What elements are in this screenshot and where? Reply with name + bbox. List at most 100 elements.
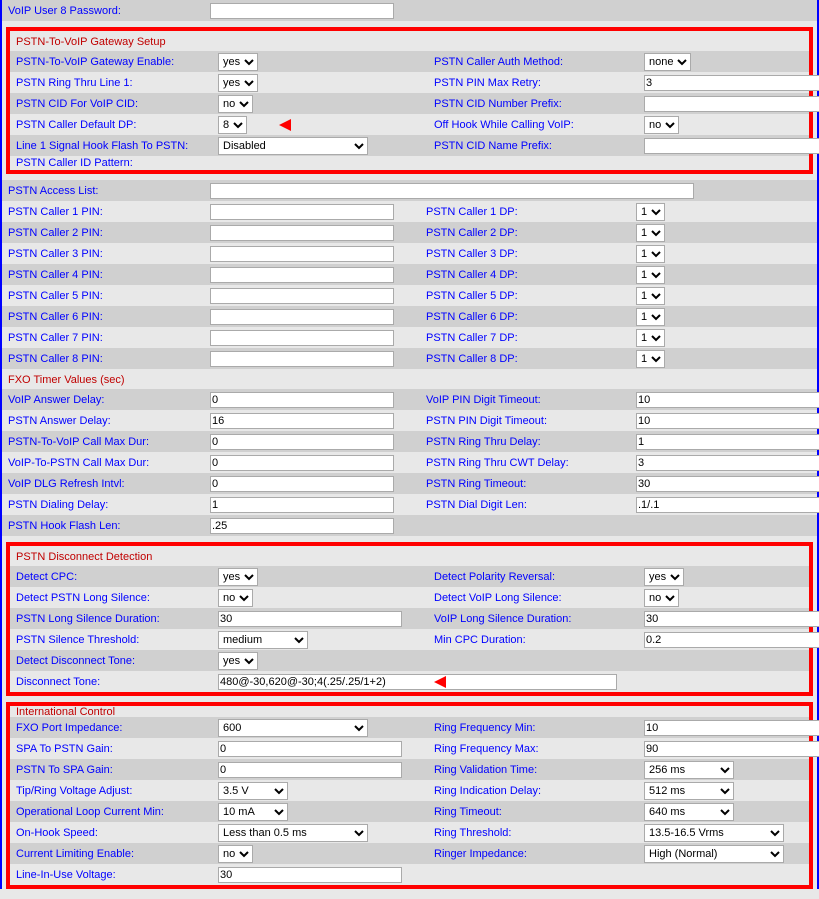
gateway-enable-select[interactable]: yes	[218, 53, 258, 71]
ring-timeout-select[interactable]: 640 ms	[644, 803, 734, 821]
detect-disconnect-tone-select[interactable]: yes	[218, 652, 258, 670]
cid-name-prefix-input[interactable]	[644, 138, 819, 154]
tip-ring-voltage-select[interactable]: 3.5 V	[218, 782, 288, 800]
caller-pin-input[interactable]	[210, 309, 394, 325]
ring-validation-time-label: Ring Validation Time:	[428, 764, 644, 776]
pin-max-retry-input[interactable]	[644, 75, 819, 91]
caller-dp-label: PSTN Caller 2 DP:	[420, 227, 636, 239]
min-cpc-dur-input[interactable]	[644, 632, 819, 648]
caller-default-dp-select[interactable]: 8	[218, 116, 247, 134]
detect-voip-long-silence-select[interactable]: no	[644, 589, 679, 607]
caller-dp-select[interactable]: 1	[636, 287, 665, 305]
op-loop-current-min-select[interactable]: 10 mA	[218, 803, 288, 821]
fxo-input[interactable]	[636, 392, 819, 408]
off-hook-while-calling-select[interactable]: no	[644, 116, 679, 134]
caller-dp-label: PSTN Caller 5 DP:	[420, 290, 636, 302]
ring-threshold-select[interactable]: 13.5-16.5 Vrms	[644, 824, 784, 842]
silence-threshold-label: PSTN Silence Threshold:	[10, 634, 218, 646]
caller-pin-input[interactable]	[210, 330, 394, 346]
caller-pin-label: PSTN Caller 3 PIN:	[2, 248, 210, 260]
spa-to-pstn-gain-label: SPA To PSTN Gain:	[10, 743, 218, 755]
voip-long-silence-dur-input[interactable]	[644, 611, 819, 627]
off-hook-while-calling-label: Off Hook While Calling VoIP:	[428, 119, 644, 131]
caller-dp-select[interactable]: 1	[636, 224, 665, 242]
detect-polarity-label: Detect Polarity Reversal:	[428, 571, 644, 583]
ring-validation-time-select[interactable]: 256 ms	[644, 761, 734, 779]
access-list-input[interactable]	[210, 183, 694, 199]
pstn-to-spa-gain-label: PSTN To SPA Gain:	[10, 764, 218, 776]
voip-long-silence-dur-label: VoIP Long Silence Duration:	[428, 613, 644, 625]
fxo-input[interactable]	[210, 392, 394, 408]
fxo-port-impedance-select[interactable]: 600	[218, 719, 368, 737]
caller-pin-input[interactable]	[210, 267, 394, 283]
cid-number-prefix-input[interactable]	[644, 96, 819, 112]
fxo-input[interactable]	[636, 455, 819, 471]
line1-signal-hook-flash-select[interactable]: Disabled	[218, 137, 368, 155]
caller-dp-select[interactable]: 1	[636, 350, 665, 368]
caller-dp-select[interactable]: 1	[636, 203, 665, 221]
line-in-use-voltage-input[interactable]	[218, 867, 402, 883]
caller-dp-label: PSTN Caller 1 DP:	[420, 206, 636, 218]
disconnect-tone-label: Disconnect Tone:	[10, 676, 218, 688]
caller-dp-select[interactable]: 1	[636, 245, 665, 263]
hook-flash-len-input[interactable]	[210, 518, 394, 534]
ring-indication-delay-select[interactable]: 512 ms	[644, 782, 734, 800]
caller-default-dp-label: PSTN Caller Default DP:	[10, 119, 218, 131]
caller-pin-label: PSTN Caller 1 PIN:	[2, 206, 210, 218]
detect-polarity-select[interactable]: yes	[644, 568, 684, 586]
caller-pin-input[interactable]	[210, 225, 394, 241]
ring-freq-min-input[interactable]	[644, 720, 819, 736]
voip-user8-pw-input[interactable]	[210, 3, 394, 19]
line-in-use-voltage-label: Line-In-Use Voltage:	[10, 869, 218, 881]
spa-to-pstn-gain-input[interactable]	[218, 741, 402, 757]
caller-dp-label: PSTN Caller 7 DP:	[420, 332, 636, 344]
detect-cpc-select[interactable]: yes	[218, 568, 258, 586]
caller-dp-label: PSTN Caller 3 DP:	[420, 248, 636, 260]
fxo-input[interactable]	[210, 455, 394, 471]
caller-pin-input[interactable]	[210, 351, 394, 367]
current-limiting-enable-label: Current Limiting Enable:	[10, 848, 218, 860]
arrow-annotation-icon	[432, 672, 474, 692]
fxo-input[interactable]	[210, 413, 394, 429]
caller-pin-label: PSTN Caller 4 PIN:	[2, 269, 210, 281]
pstn-long-silence-dur-input[interactable]	[218, 611, 402, 627]
caller-pin-label: PSTN Caller 2 PIN:	[2, 227, 210, 239]
caller-pin-input[interactable]	[210, 288, 394, 304]
fxo-label: VoIP-To-PSTN Call Max Dur:	[2, 457, 210, 469]
ring-thru-line1-label: PSTN Ring Thru Line 1:	[10, 77, 218, 89]
fxo-label: PSTN Ring Thru CWT Delay:	[420, 457, 636, 469]
ring-freq-min-label: Ring Frequency Min:	[428, 722, 644, 734]
cid-for-voip-select[interactable]: no	[218, 95, 253, 113]
caller-pin-input[interactable]	[210, 246, 394, 262]
disconnect-section-box: PSTN Disconnect Detection Detect CPC: ye…	[6, 542, 813, 696]
caller-dp-select[interactable]: 1	[636, 329, 665, 347]
fxo-input[interactable]	[210, 476, 394, 492]
caller-auth-method-label: PSTN Caller Auth Method:	[428, 56, 644, 68]
detect-cpc-label: Detect CPC:	[10, 571, 218, 583]
fxo-input[interactable]	[636, 434, 819, 450]
fxo-label: VoIP Answer Delay:	[2, 394, 210, 406]
caller-pin-input[interactable]	[210, 204, 394, 220]
detect-pstn-long-silence-label: Detect PSTN Long Silence:	[10, 592, 218, 604]
fxo-input[interactable]	[636, 497, 819, 513]
pstn-to-spa-gain-input[interactable]	[218, 762, 402, 778]
fxo-input[interactable]	[636, 413, 819, 429]
caller-dp-select[interactable]: 1	[636, 266, 665, 284]
silence-threshold-select[interactable]: medium	[218, 631, 308, 649]
disconnect-tone-input[interactable]	[218, 674, 617, 690]
caller-auth-method-select[interactable]: none	[644, 53, 691, 71]
ring-thru-line1-select[interactable]: yes	[218, 74, 258, 92]
on-hook-speed-select[interactable]: Less than 0.5 ms	[218, 824, 368, 842]
ring-threshold-label: Ring Threshold:	[428, 827, 644, 839]
fxo-input[interactable]	[210, 434, 394, 450]
fxo-input[interactable]	[210, 497, 394, 513]
cid-number-prefix-label: PSTN CID Number Prefix:	[428, 98, 644, 110]
fxo-input[interactable]	[636, 476, 819, 492]
fxo-port-impedance-label: FXO Port Impedance:	[10, 722, 218, 734]
ring-indication-delay-label: Ring Indication Delay:	[428, 785, 644, 797]
caller-dp-select[interactable]: 1	[636, 308, 665, 326]
ring-freq-max-input[interactable]	[644, 741, 819, 757]
detect-pstn-long-silence-select[interactable]: no	[218, 589, 253, 607]
ringer-impedance-select[interactable]: High (Normal)	[644, 845, 784, 863]
current-limiting-enable-select[interactable]: no	[218, 845, 253, 863]
